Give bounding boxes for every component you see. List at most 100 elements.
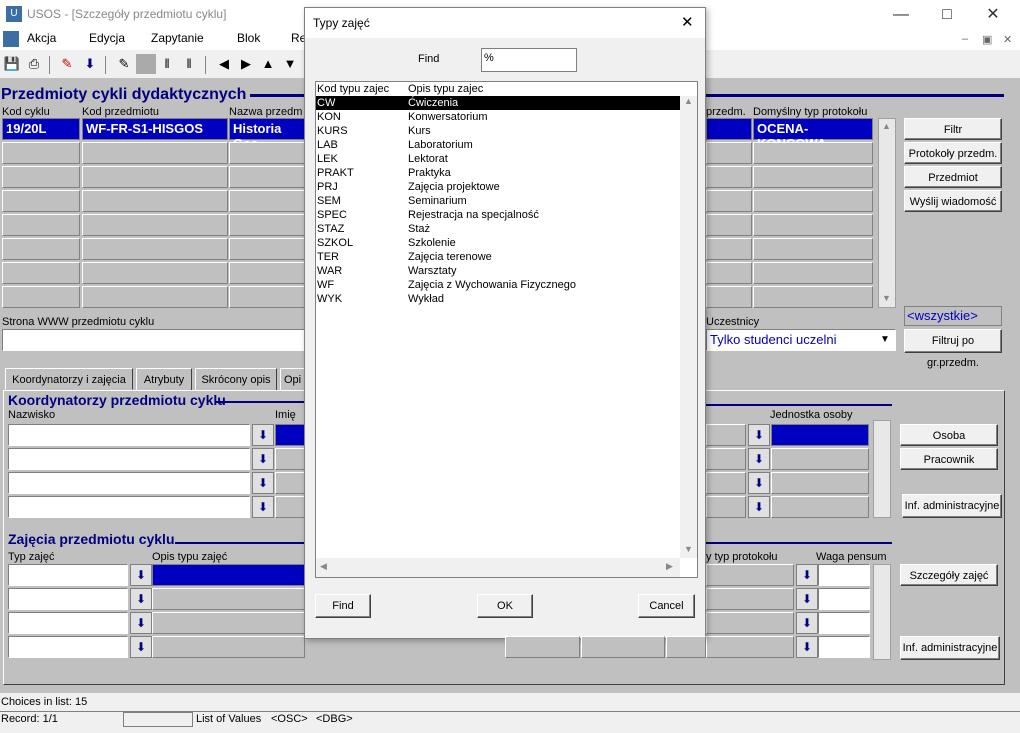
wyslij-wiadomosc-button[interactable]: Wyślij wiadomość: [904, 190, 1002, 212]
list-item[interactable]: KURS Kurs: [316, 124, 680, 138]
filtr-button[interactable]: Filtr: [904, 118, 1002, 140]
nazwa-cell[interactable]: [229, 238, 305, 260]
list-item[interactable]: WAR Warsztaty: [316, 264, 680, 278]
lov-icon[interactable]: ⬇: [252, 496, 274, 518]
lov-icon[interactable]: ⬇: [130, 636, 152, 658]
chart-icon[interactable]: ‖: [179, 54, 199, 74]
typ-zajec-input[interactable]: [8, 564, 128, 586]
szczegoly-zajec-button[interactable]: Szczegóły zajęć: [900, 564, 998, 586]
pracownik-button[interactable]: Pracownik: [900, 448, 998, 470]
previous-record-icon[interactable]: ◀: [214, 54, 234, 74]
opis-typu-field[interactable]: [152, 612, 305, 634]
imie-field[interactable]: [275, 448, 305, 470]
list-scroll-up-icon[interactable]: ▲: [684, 96, 693, 106]
domyslny-typ-cell[interactable]: [753, 190, 873, 212]
kod-przedmiotu-cell[interactable]: [82, 238, 228, 260]
jednostka-osoby-field[interactable]: [771, 448, 869, 470]
nazwa-cell[interactable]: [229, 166, 305, 188]
previous-block-icon[interactable]: ▲: [258, 54, 278, 74]
menu-blok[interactable]: Blok: [237, 31, 260, 45]
lov-icon[interactable]: ⬇: [796, 636, 818, 658]
kod-przedmiotu-cell[interactable]: [82, 190, 228, 212]
next-record-icon[interactable]: ▶: [236, 54, 256, 74]
dropdown-arrow-icon[interactable]: ▼: [880, 334, 890, 345]
child-close-icon[interactable]: ✕: [1003, 33, 1012, 46]
dialog-cancel-button[interactable]: Cancel: [638, 594, 695, 618]
lov-icon[interactable]: ⬇: [748, 472, 770, 494]
nazwisko-input[interactable]: [8, 496, 250, 518]
zajecia-scrollbar[interactable]: [873, 564, 891, 660]
typ-protokolu-field[interactable]: [706, 588, 794, 610]
nazwisko-input[interactable]: [8, 424, 250, 446]
lov-icon[interactable]: ⬇: [748, 448, 770, 470]
list-item[interactable]: KON Konwersatorium: [316, 110, 680, 124]
jednostka-cell[interactable]: [706, 238, 752, 260]
child-restore-icon[interactable]: ▣: [982, 33, 992, 46]
tab-opis[interactable]: Opi: [280, 368, 305, 390]
typ-protokolu-field[interactable]: [706, 612, 794, 634]
imie-field[interactable]: [275, 424, 305, 446]
kod-przedmiotu-cell[interactable]: [82, 142, 228, 164]
save-icon[interactable]: 💾: [2, 54, 22, 74]
www-input[interactable]: [2, 329, 305, 351]
domyslny-typ-cell[interactable]: [753, 238, 873, 260]
zajecia-cell[interactable]: [581, 636, 665, 658]
kod-cyklu-cell[interactable]: [2, 286, 80, 308]
dialog-find-button[interactable]: Find: [315, 594, 371, 618]
jednostka-osoby-field[interactable]: [771, 424, 869, 446]
print-icon[interactable]: ⎙: [24, 54, 44, 74]
lov-icon[interactable]: ⬇: [796, 612, 818, 634]
kod-cyklu-cell[interactable]: [2, 166, 80, 188]
kod-cyklu-cell[interactable]: [2, 190, 80, 212]
lov-icon[interactable]: ⬇: [252, 472, 274, 494]
kod-cyklu-cell[interactable]: [2, 142, 80, 164]
count-query-icon[interactable]: ‖: [157, 54, 177, 74]
execute-query-icon[interactable]: [136, 54, 156, 74]
imie-field[interactable]: [275, 496, 305, 518]
inf-administracyjne-button[interactable]: Inf. administracyjne: [902, 494, 1002, 518]
opis-typu-field[interactable]: [152, 588, 305, 610]
list-item[interactable]: WYK Wykład: [316, 292, 680, 306]
jednostka-osoby-field[interactable]: [771, 472, 869, 494]
list-item[interactable]: WF Zajęcia z Wychowania Fizycznego: [316, 278, 680, 292]
list-hscrollbar[interactable]: ◀ ▶: [316, 558, 680, 577]
przedmiot-button[interactable]: Przedmiot: [904, 166, 1002, 188]
close-icon[interactable]: ✕: [970, 0, 1016, 30]
domyslny-typ-cell[interactable]: [753, 286, 873, 308]
find-input[interactable]: %: [481, 48, 577, 72]
lov-icon[interactable]: ⬇: [796, 564, 818, 586]
kod-przedmiotu-cell[interactable]: [82, 214, 228, 236]
list-item[interactable]: LAB Laboratorium: [316, 138, 680, 152]
osoba-field[interactable]: [706, 472, 746, 494]
list-item[interactable]: PRJ Zajęcia projektowe: [316, 180, 680, 194]
child-minimize-icon[interactable]: –: [962, 33, 968, 45]
main-scrollbar[interactable]: ▲ ▼: [878, 118, 896, 308]
imie-field[interactable]: [275, 472, 305, 494]
waga-pensum-input[interactable]: [818, 588, 870, 610]
wszystkie-field[interactable]: <wszystkie>: [904, 306, 1002, 326]
kod-cyklu-cell[interactable]: [2, 214, 80, 236]
scroll-down-icon[interactable]: ▼: [882, 293, 891, 303]
lov-icon[interactable]: ⬇: [252, 424, 274, 446]
list-item[interactable]: TER Zajęcia terenowe: [316, 250, 680, 264]
waga-pensum-input[interactable]: [818, 564, 870, 586]
download-icon[interactable]: ⬇: [80, 54, 100, 74]
tab-atrybuty[interactable]: Atrybuty: [136, 368, 192, 390]
jednostka-cell[interactable]: [706, 166, 752, 188]
domyslny-typ-field[interactable]: OCENA-KONCOWA: [753, 118, 873, 151]
list-item[interactable]: LEK Lektorat: [316, 152, 680, 166]
domyslny-typ-cell[interactable]: [753, 262, 873, 284]
waga-pensum-input[interactable]: [818, 612, 870, 634]
nazwisko-input[interactable]: [8, 448, 250, 470]
typ-zajec-input[interactable]: [8, 636, 128, 658]
menu-akcja[interactable]: Akcja: [27, 31, 56, 45]
typ-zajec-input[interactable]: [8, 612, 128, 634]
lov-icon[interactable]: ⬇: [748, 496, 770, 518]
jednostka-cell[interactable]: [706, 142, 752, 164]
typ-protokolu-field[interactable]: [706, 564, 794, 586]
lov-icon[interactable]: ⬇: [130, 588, 152, 610]
kod-cyklu-cell[interactable]: [2, 238, 80, 260]
osoba-button[interactable]: Osoba: [900, 424, 998, 446]
list-scroll-right-icon[interactable]: ▶: [666, 561, 673, 572]
list-vscrollbar[interactable]: ▲ ▼: [680, 96, 697, 558]
